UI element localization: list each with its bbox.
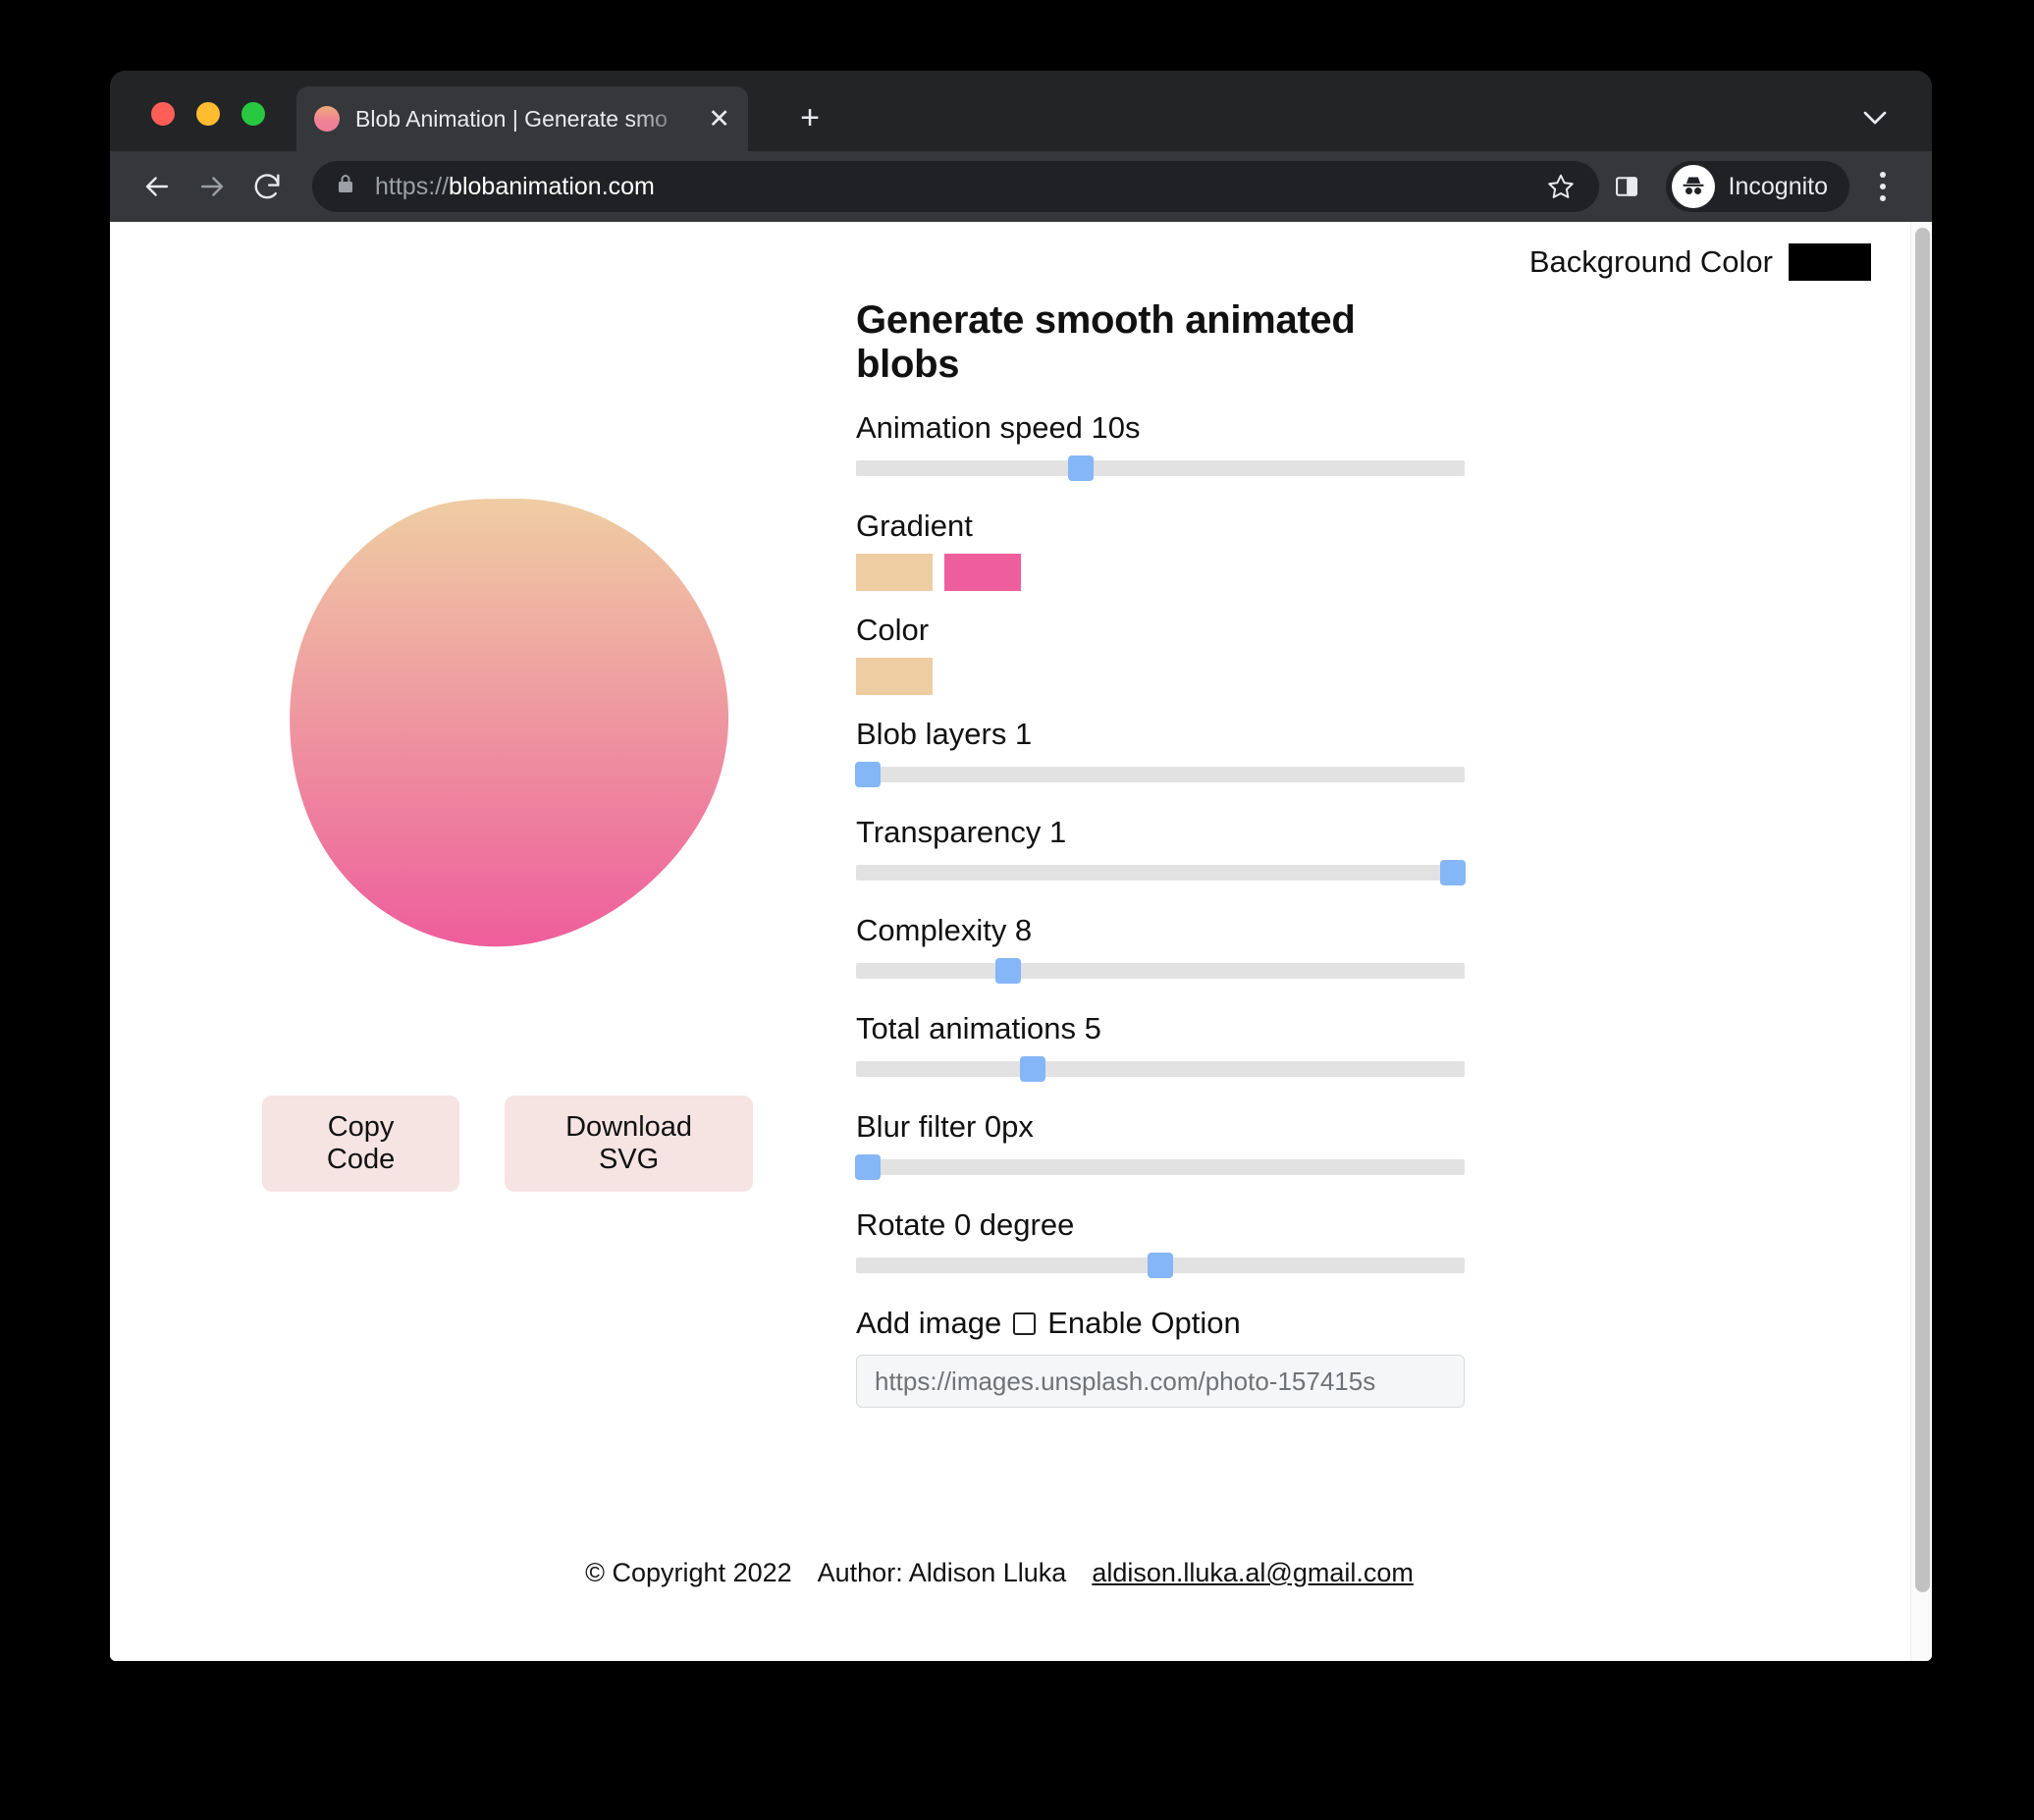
color-label: Color: [856, 613, 930, 647]
browser-menu-button[interactable]: [1861, 161, 1904, 212]
slider-thumb[interactable]: [1019, 1056, 1045, 1082]
slider-thumb[interactable]: [995, 958, 1021, 984]
url-host: blobanimation.com: [449, 172, 655, 200]
blur-filter-label: Blur filter 0px: [856, 1109, 1034, 1144]
window-traffic-lights: [151, 102, 265, 126]
download-svg-button[interactable]: Download SVG: [505, 1096, 753, 1192]
complexity-slider[interactable]: [856, 958, 1465, 984]
tab-strip: Blob Animation | Generate smo ✕ +: [110, 71, 1932, 151]
page-scrollbar[interactable]: [1910, 222, 1932, 1661]
slider-track: [856, 1159, 1465, 1175]
background-color-control: Background Color: [1529, 243, 1871, 281]
minimize-window-button[interactable]: [196, 102, 220, 126]
url-text: https://blobanimation.com: [375, 173, 655, 201]
background-color-label: Background Color: [1528, 244, 1773, 279]
page-title: Generate smooth animated blobs: [856, 298, 1356, 386]
page-footer: © Copyright 2022 Author: Aldison Lluka ald…: [110, 1558, 1889, 1588]
scrollbar-thumb[interactable]: [1915, 228, 1930, 1592]
web-page: Background Color Copy Code Download SVG …: [110, 222, 1910, 1661]
background-color-swatch[interactable]: [1789, 243, 1871, 281]
close-tab-icon[interactable]: ✕: [708, 105, 730, 133]
animation-speed-label: Animation speed 10s: [856, 410, 1141, 445]
gradient-swatches: [856, 554, 1465, 591]
color-swatches: [856, 658, 1465, 695]
bookmark-star-icon[interactable]: [1534, 160, 1587, 213]
add-image-row: Add image Enable Option: [856, 1306, 1465, 1341]
favicon-icon: [314, 106, 340, 132]
slider-track: [856, 963, 1465, 979]
slider-thumb[interactable]: [1148, 1253, 1173, 1278]
slider-track: [856, 1061, 1465, 1077]
blob-svg: [290, 499, 729, 947]
forward-button[interactable]: [185, 159, 240, 214]
add-image-label: Add image: [856, 1306, 1002, 1340]
complexity-label: Complexity 8: [856, 913, 1033, 947]
browser-toolbar: https://blobanimation.com Incognito: [110, 151, 1932, 222]
rotate-slider[interactable]: [856, 1253, 1465, 1278]
url-scheme: https://: [375, 172, 450, 200]
gradient-label: Gradient: [856, 509, 973, 543]
maximize-window-button[interactable]: [241, 102, 265, 126]
blob-action-buttons: Copy Code Download SVG: [262, 1096, 753, 1192]
transparency-slider[interactable]: [856, 860, 1466, 885]
incognito-label: Incognito: [1728, 172, 1828, 200]
slider-track: [856, 767, 1465, 782]
gradient-stop-1-swatch[interactable]: [856, 554, 933, 591]
incognito-icon: [1671, 165, 1715, 208]
enable-option-checkbox[interactable]: [1013, 1311, 1037, 1335]
blur-filter-slider[interactable]: [855, 1154, 1465, 1180]
incognito-profile-button[interactable]: Incognito: [1665, 161, 1849, 212]
blob-layers-slider[interactable]: [855, 762, 1465, 787]
reload-button[interactable]: [240, 159, 294, 214]
color-swatch[interactable]: [856, 658, 933, 695]
footer-email-link[interactable]: aldison.lluka.al@gmail.com: [1092, 1558, 1414, 1587]
tab-title: Blob Animation | Generate smo: [355, 105, 668, 132]
slider-thumb[interactable]: [855, 1154, 882, 1180]
slider-track: [856, 460, 1465, 476]
copy-code-button[interactable]: Copy Code: [262, 1096, 460, 1192]
controls-panel: Generate smooth animated blobs Animation…: [855, 298, 1466, 1408]
slider-thumb[interactable]: [1068, 455, 1095, 481]
transparency-label: Transparency 1: [856, 815, 1067, 849]
page-viewport: Background Color Copy Code Download SVG …: [110, 222, 1932, 1661]
gradient-stop-2-swatch[interactable]: [944, 554, 1021, 591]
browser-tab[interactable]: Blob Animation | Generate smo ✕: [296, 86, 748, 151]
blob-layers-label: Blob layers 1: [856, 717, 1033, 751]
total-animations-label: Total animations 5: [856, 1011, 1101, 1045]
slider-thumb[interactable]: [855, 762, 882, 787]
back-button[interactable]: [130, 159, 185, 214]
enable-option-label: Enable Option: [1047, 1306, 1241, 1340]
image-url-input[interactable]: [856, 1355, 1465, 1408]
slider-track: [856, 865, 1465, 881]
lock-icon: [334, 173, 357, 201]
footer-copyright: © Copyright 2022: [585, 1558, 792, 1587]
chevron-down-icon[interactable]: [1855, 98, 1895, 137]
new-tab-button[interactable]: +: [787, 96, 832, 141]
slider-thumb[interactable]: [1439, 860, 1466, 885]
footer-author: Author: Aldison Lluka: [817, 1558, 1067, 1587]
blob-shape: [262, 477, 753, 968]
address-bar[interactable]: https://blobanimation.com: [312, 161, 1599, 212]
rotate-label: Rotate 0 degree: [856, 1207, 1075, 1242]
total-animations-slider[interactable]: [856, 1056, 1465, 1082]
browser-window: Blob Animation | Generate smo ✕ + https:…: [110, 71, 1932, 1661]
close-window-button[interactable]: [151, 102, 175, 126]
animation-speed-slider[interactable]: [856, 455, 1465, 481]
side-panel-icon[interactable]: [1601, 161, 1652, 212]
